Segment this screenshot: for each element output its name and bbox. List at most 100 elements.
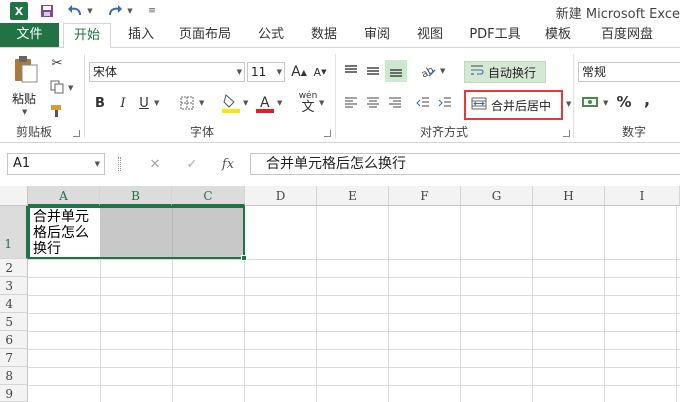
row-header-9[interactable]: 9 [0,385,28,402]
row-header-7[interactable]: 7 [0,349,28,367]
enter-icon[interactable]: ✓ [183,155,201,173]
wrap-text-button[interactable]: 自动换行 [464,61,546,83]
merge-center-dropdown-icon[interactable]: ▼ [566,100,571,108]
underline-dropdown-icon[interactable]: ▼ [154,99,159,107]
chevron-down-icon: ▼ [236,68,242,76]
save-icon[interactable] [38,2,56,20]
increase-indent-icon[interactable] [436,94,454,112]
number-format-field[interactable]: 常规 [578,62,680,82]
font-group-label: 字体 [190,125,215,139]
phonetic-icon[interactable]: wén 文 [298,90,318,116]
paste-dropdown-icon[interactable]: ▼ [22,108,27,116]
accounting-dropdown-icon[interactable]: ▼ [603,99,608,107]
formula-bar: A1 ▼ ✕ ✓ fx 合并单元格后怎么换行 [0,143,680,186]
row-header-6[interactable]: 6 [0,331,28,349]
tab-home[interactable]: 开始 [63,23,111,48]
tab-pdf-tools[interactable]: PDF工具 [462,23,528,47]
grow-font-icon[interactable]: A ▲ [290,64,308,80]
clipboard-launcher-icon[interactable] [73,130,80,137]
phonetic-dropdown-icon[interactable]: ▼ [319,99,324,107]
column-header-d[interactable]: D [245,186,317,206]
bold-button[interactable]: B [93,94,107,112]
undo-icon[interactable] [66,2,84,20]
border-dropdown-icon[interactable]: ▼ [199,99,204,107]
formula-bar-handle-icon[interactable] [118,157,121,171]
align-right-icon[interactable] [386,94,404,112]
row-header-8[interactable]: 8 [0,367,28,385]
font-name-value: 宋体 [93,65,118,79]
paste-icon[interactable] [10,54,42,84]
font-launcher-icon[interactable] [324,130,331,137]
paste-button[interactable]: 粘贴 [12,90,44,107]
shrink-font-icon[interactable]: A ▼ [311,64,329,80]
column-header-b[interactable]: B [100,186,172,206]
percent-button[interactable]: % [615,93,633,111]
row-header-5[interactable]: 5 [0,313,28,331]
grow-font-label: A [291,64,301,80]
column-header-i[interactable]: I [605,186,680,206]
font-color-icon[interactable]: A [256,92,274,114]
align-center-icon[interactable] [364,94,382,112]
column-header-h[interactable]: H [533,186,605,206]
underline-button[interactable]: U [137,94,151,112]
format-painter-icon[interactable] [48,102,66,120]
column-header-g[interactable]: G [461,186,533,206]
tab-page-layout[interactable]: 页面布局 [173,23,237,47]
row-header-3[interactable]: 3 [0,277,28,295]
redo-dropdown-icon[interactable]: ▼ [126,2,134,20]
align-bottom-icon[interactable] [385,60,407,82]
insert-function-icon[interactable]: fx [218,155,238,173]
redo-icon[interactable] [106,2,124,20]
merge-center-label: 合并后居中 [491,98,552,113]
font-size-field[interactable]: 11 ▼ [247,62,285,82]
column-header-c[interactable]: C [172,186,245,206]
font-name-field[interactable]: 宋体 ▼ [89,62,245,82]
copy-icon[interactable] [48,78,66,96]
tab-data[interactable]: 数据 [303,23,345,47]
italic-button[interactable]: I [116,94,130,112]
tab-review[interactable]: 审阅 [356,23,398,47]
fill-color-icon[interactable] [222,92,240,114]
formula-input[interactable]: 合并单元格后怎么换行 [250,153,680,175]
column-header-a[interactable]: A [28,186,100,206]
tab-baidu-netdisk[interactable]: 百度网盘 [592,23,662,47]
cell-divider [172,208,173,257]
copy-dropdown-icon[interactable]: ▼ [68,84,73,92]
spreadsheet-grid[interactable]: A B C D E F G H I 1 2 3 4 5 6 7 8 9 合并单元… [0,186,680,402]
font-color-dropdown-icon[interactable]: ▼ [277,99,282,107]
select-all-corner[interactable] [0,186,28,206]
column-header-f[interactable]: F [389,186,461,206]
undo-dropdown-icon[interactable]: ▼ [86,2,94,20]
cancel-icon[interactable]: ✕ [146,155,164,173]
tab-view[interactable]: 视图 [409,23,451,47]
align-left-icon[interactable] [342,94,360,112]
alignment-launcher-icon[interactable] [563,130,570,137]
comma-button[interactable]: , [640,90,654,109]
ribbon-home: 粘贴 ▼ ✂ ▼ 剪贴板 宋体 ▼ 11 ▼ A ▲ A ▼ B I U ▼ ▼ ▼ A… [0,47,680,143]
decrease-indent-icon[interactable] [414,94,432,112]
selected-range-a1-c1[interactable]: 合并单元格后怎么换行 [28,206,245,259]
tab-file[interactable]: 文件 [0,23,59,47]
name-box[interactable]: A1 ▼ [7,153,105,175]
tab-templates[interactable]: 模板 [537,23,579,47]
customize-quick-access-icon[interactable]: ≡ [146,2,158,20]
column-header-e[interactable]: E [317,186,389,206]
fill-handle[interactable] [241,255,247,261]
align-top-icon[interactable] [342,62,360,80]
ribbon-tabs: 文件 开始 插入 页面布局 公式 数据 审阅 视图 PDF工具 模板 百度网盘 [0,23,680,48]
fill-color-dropdown-icon[interactable]: ▼ [243,99,248,107]
accounting-format-icon[interactable] [580,92,602,112]
active-cell-a1[interactable]: 合并单元格后怎么换行 [30,208,100,257]
border-icon[interactable] [178,94,196,112]
orientation-icon[interactable]: ab [418,62,438,80]
cut-icon[interactable]: ✂ [48,54,66,72]
tab-formulas[interactable]: 公式 [250,23,292,47]
row-header-4[interactable]: 4 [0,295,28,313]
tab-insert[interactable]: 插入 [120,23,162,47]
shrink-font-label: A [313,65,322,79]
align-middle-icon[interactable] [364,62,382,80]
orientation-dropdown-icon[interactable]: ▼ [440,67,445,75]
row-header-2[interactable]: 2 [0,259,28,277]
row-header-1[interactable]: 1 [0,206,28,259]
merge-center-button[interactable]: 合并后居中 [464,90,563,120]
